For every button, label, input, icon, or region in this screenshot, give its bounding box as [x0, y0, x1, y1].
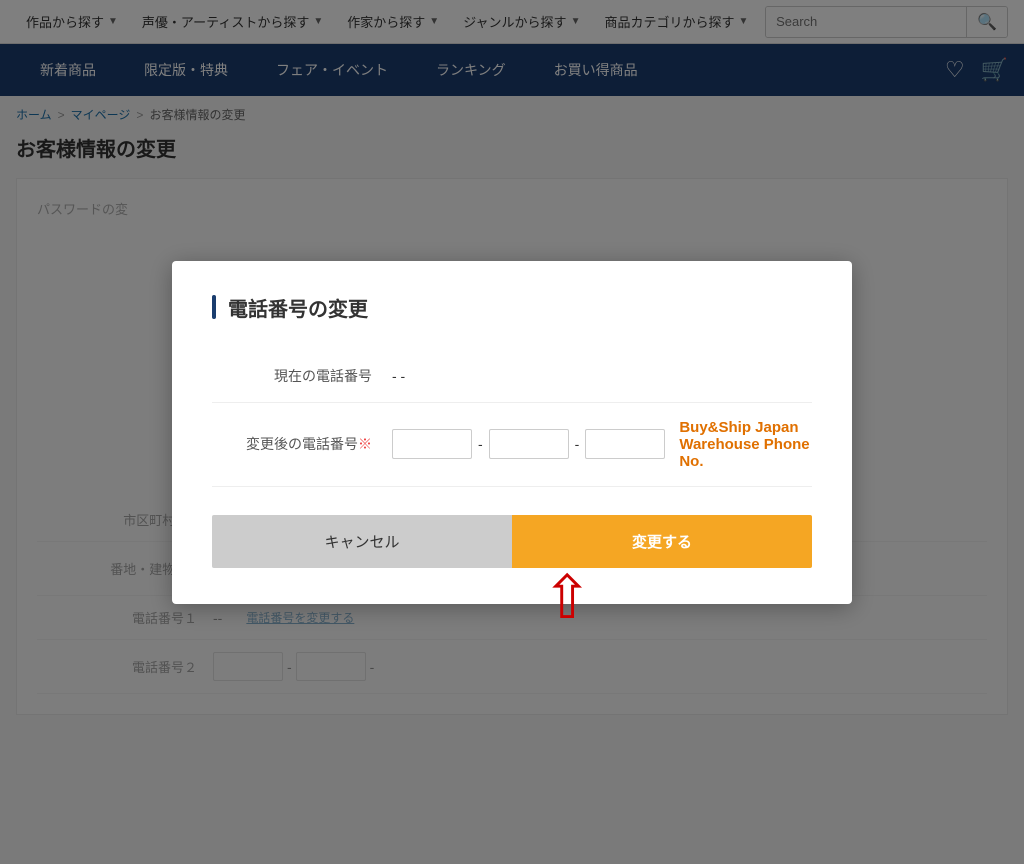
modal-buttons: キャンセル 変更する — [212, 515, 812, 568]
modal-title: 電話番号の変更 — [228, 293, 368, 322]
new-phone-input3[interactable] — [585, 429, 665, 459]
confirm-button[interactable]: 変更する — [512, 515, 812, 568]
red-arrow-icon: ⇧ — [542, 568, 592, 628]
modal-overlay: 電話番号の変更 現在の電話番号 - - 変更後の電話番号※ - - Buy&Sh… — [0, 0, 1024, 864]
new-phone-label-text: 変更後の電話番号 — [246, 436, 358, 452]
annotation-text: Buy&Ship Japan Warehouse Phone No. — [679, 419, 812, 470]
modal-dialog: 電話番号の変更 現在の電話番号 - - 変更後の電話番号※ - - Buy&Sh… — [172, 261, 852, 604]
current-phone-label: 現在の電話番号 — [212, 366, 372, 386]
required-mark: ※ — [358, 436, 372, 452]
new-phone-inputs: - - Buy&Ship Japan Warehouse Phone No. — [392, 419, 812, 470]
cancel-button[interactable]: キャンセル — [212, 515, 512, 568]
modal-buttons-wrapper: キャンセル 変更する ⇧ — [212, 515, 812, 568]
new-phone-sep1: - — [478, 436, 483, 452]
new-phone-input1[interactable] — [392, 429, 472, 459]
current-phone-row: 現在の電話番号 - - — [212, 350, 812, 403]
current-phone-value: - - — [392, 368, 405, 384]
new-phone-row: 変更後の電話番号※ - - Buy&Ship Japan Warehouse P… — [212, 403, 812, 487]
new-phone-sep2: - — [575, 436, 580, 452]
modal-header-bar — [212, 295, 216, 319]
modal-header: 電話番号の変更 — [212, 293, 812, 322]
new-phone-input2[interactable] — [489, 429, 569, 459]
new-phone-label: 変更後の電話番号※ — [212, 434, 372, 454]
